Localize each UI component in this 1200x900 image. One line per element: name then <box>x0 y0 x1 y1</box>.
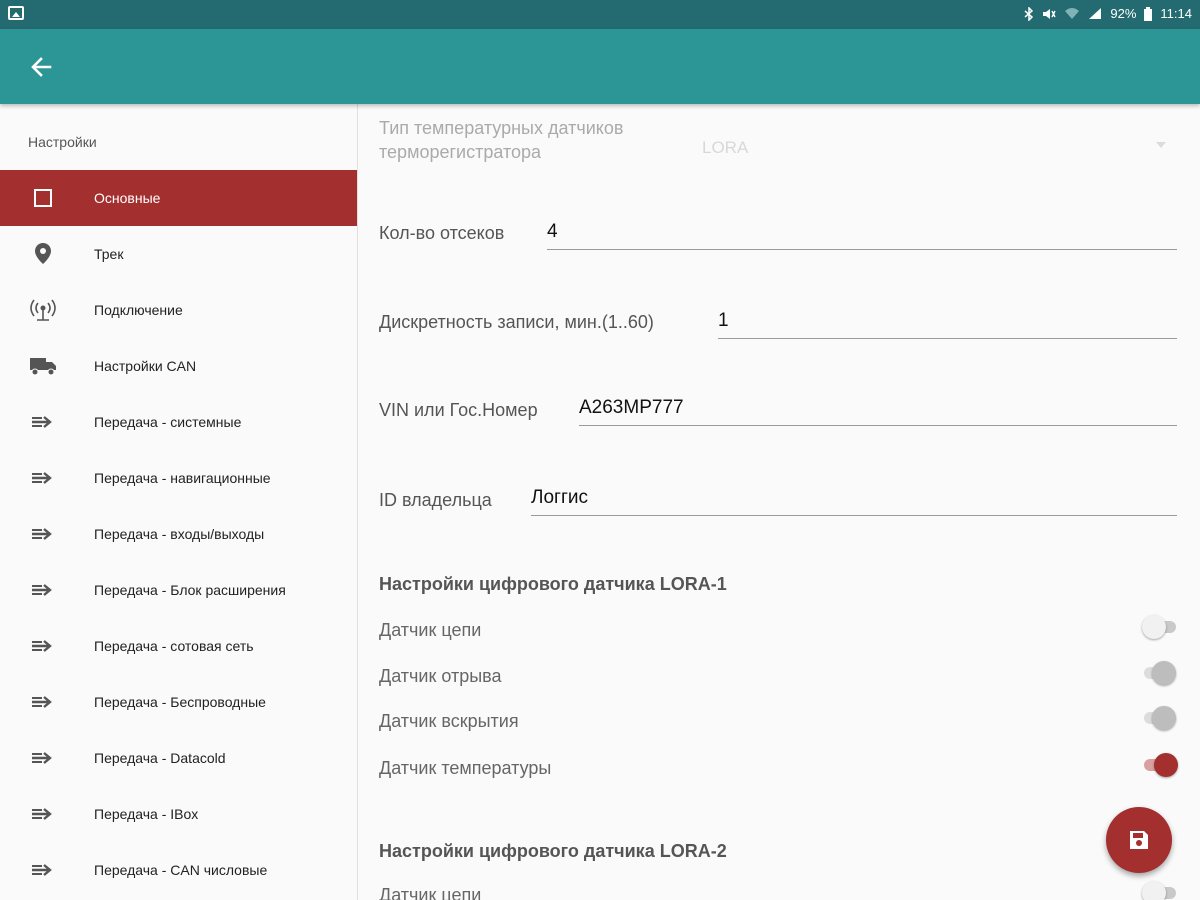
sidebar-item-transfer-can-numeric[interactable]: Передача - CAN числовые <box>0 842 357 898</box>
sidebar-item-label: Передача - Беспроводные <box>94 694 266 710</box>
sidebar-item-transfer-datacold[interactable]: Передача - Datacold <box>0 730 357 786</box>
lora1-open-sensor-switch[interactable] <box>1142 705 1178 731</box>
sensor-type-label: Тип температурных датчиков терморегистра… <box>379 116 623 164</box>
lora1-section-title: Настройки цифрового датчика LORA-1 <box>379 574 727 594</box>
lora2-chain-sensor-label: Датчик цепи <box>379 885 482 900</box>
sidebar-item-label: Передача - Datacold <box>94 750 226 766</box>
gallery-notification-icon <box>8 6 24 20</box>
vin-field[interactable] <box>579 392 1177 426</box>
sensor-type-label-line1: Тип температурных датчиков <box>379 118 624 138</box>
sidebar-item-label: Передача - системные <box>94 414 242 430</box>
sidebar-item-general[interactable]: Основные <box>0 170 357 226</box>
sidebar-item-transfer-ibox[interactable]: Передача - IBox <box>0 786 357 842</box>
arrow-right-icon <box>28 746 58 770</box>
arrow-right-icon <box>28 802 58 826</box>
settings-sidebar: Настройки Основные Трек Подключение Наст… <box>0 104 358 900</box>
sidebar-item-label: Передача - навигационные <box>94 470 271 486</box>
arrow-right-icon <box>28 634 58 658</box>
owner-id-input[interactable] <box>531 482 1177 514</box>
sidebar-item-transfer-expansion[interactable]: Передача - Блок расширения <box>0 562 357 618</box>
record-interval-field[interactable] <box>718 305 1177 339</box>
sensor-type-select[interactable]: LORA <box>702 138 748 158</box>
mute-icon <box>1043 8 1057 19</box>
status-icons: 92% 11:14 <box>1024 6 1192 21</box>
sidebar-item-label: Передача - Блок расширения <box>94 582 286 598</box>
truck-icon <box>28 354 58 378</box>
bluetooth-icon <box>1024 6 1034 21</box>
clock: 11:14 <box>1160 6 1192 21</box>
arrow-right-icon <box>28 690 58 714</box>
antenna-icon <box>28 298 58 322</box>
lora1-chain-sensor-label: Датчик цепи <box>379 620 482 640</box>
sidebar-title: Настройки <box>28 134 97 150</box>
record-interval-input[interactable] <box>718 305 1177 337</box>
dropdown-arrow-icon <box>1156 142 1166 148</box>
owner-id-field[interactable] <box>531 482 1177 516</box>
sidebar-item-transfer-wireless[interactable]: Передача - Беспроводные <box>0 674 357 730</box>
sidebar-item-transfer-system[interactable]: Передача - системные <box>0 394 357 450</box>
battery-percent: 92% <box>1110 6 1137 21</box>
lora1-detach-sensor-label: Датчик отрыва <box>379 666 502 686</box>
lora1-detach-sensor-switch[interactable] <box>1142 660 1178 686</box>
vin-label: VIN или Гос.Номер <box>379 400 538 420</box>
compartments-input[interactable] <box>547 216 1177 248</box>
lora1-temperature-sensor-label: Датчик температуры <box>379 758 552 778</box>
lora1-temperature-sensor-switch[interactable] <box>1142 752 1178 778</box>
save-icon <box>1130 831 1148 849</box>
sidebar-item-label: Передача - CAN числовые <box>94 862 268 878</box>
wifi-icon <box>1065 8 1080 19</box>
save-button[interactable] <box>1106 807 1172 873</box>
sidebar-item-label: Основные <box>94 190 161 206</box>
sidebar-item-label: Подключение <box>94 302 183 318</box>
sidebar-item-transfer-cellular[interactable]: Передача - сотовая сеть <box>0 618 357 674</box>
lora1-open-sensor-label: Датчик вскрытия <box>379 711 519 731</box>
compartments-label: Кол-во отсеков <box>379 223 505 243</box>
square-icon <box>28 186 58 210</box>
sidebar-item-label: Передача - IBox <box>94 806 199 822</box>
signal-icon <box>1089 8 1102 19</box>
lora2-chain-sensor-switch[interactable] <box>1142 880 1178 900</box>
sidebar-item-label: Настройки CAN <box>94 358 197 374</box>
sidebar-item-label: Передача - входы/выходы <box>94 526 265 542</box>
sidebar-item-track[interactable]: Трек <box>0 226 357 282</box>
arrow-back-icon <box>31 57 52 77</box>
sidebar-item-transfer-io[interactable]: Передача - входы/выходы <box>0 506 357 562</box>
back-button[interactable] <box>22 49 62 85</box>
compartments-field[interactable] <box>547 216 1177 250</box>
sensor-type-label-line2: терморегистратора <box>379 142 542 162</box>
arrow-right-icon <box>28 858 58 882</box>
sidebar-item-connection[interactable]: Подключение <box>0 282 357 338</box>
settings-content: Тип температурных датчиков терморегистра… <box>358 104 1200 900</box>
arrow-right-icon <box>28 522 58 546</box>
owner-id-label: ID владельца <box>379 490 492 510</box>
lora1-chain-sensor-switch[interactable] <box>1142 614 1178 640</box>
arrow-right-icon <box>28 466 58 490</box>
battery-icon <box>1144 6 1153 21</box>
sidebar-item-label: Трек <box>94 246 124 262</box>
sidebar-item-can-settings[interactable]: Настройки CAN <box>0 338 357 394</box>
status-bar: 92% 11:14 <box>0 0 1200 29</box>
sidebar-item-transfer-navigation[interactable]: Передача - навигационные <box>0 450 357 506</box>
app-bar <box>0 29 1200 104</box>
location-pin-icon <box>28 242 58 266</box>
sidebar-item-label: Передача - сотовая сеть <box>94 638 254 654</box>
arrow-right-icon <box>28 410 58 434</box>
lora2-section-title: Настройки цифрового датчика LORA-2 <box>379 841 727 861</box>
arrow-right-icon <box>28 578 58 602</box>
record-interval-label: Дискретность записи, мин.(1..60) <box>379 312 654 332</box>
vin-input[interactable] <box>579 392 1177 424</box>
